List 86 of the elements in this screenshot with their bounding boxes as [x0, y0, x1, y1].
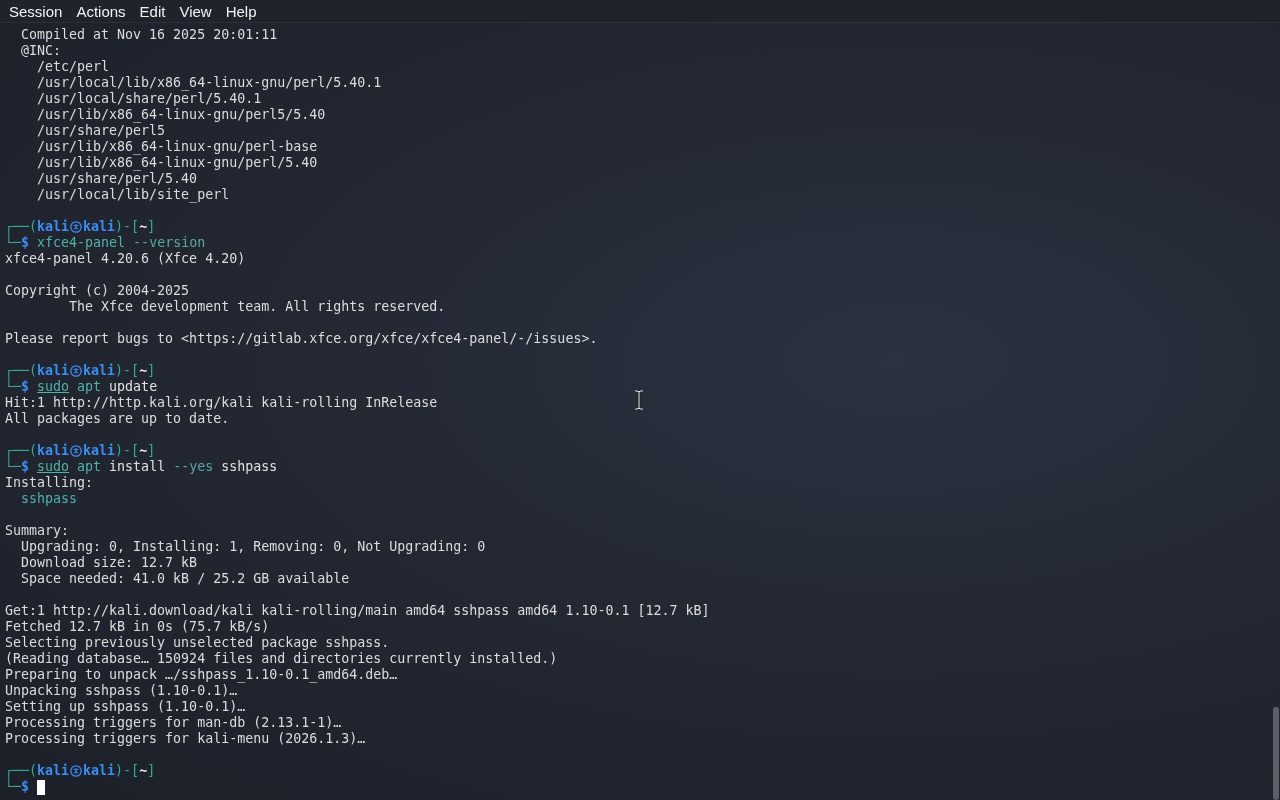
terminal-line: Copyright (c) 2004-2025: [5, 283, 190, 299]
prompt-frame: ┌──(: [5, 219, 38, 235]
prompt-user: kali: [83, 219, 116, 235]
terminal-line: Preparing to unpack …/sshpass_1.10-0.1_amd64.deb…: [5, 667, 398, 683]
command-name: sudo: [37, 379, 70, 395]
prompt-user: kali: [83, 763, 116, 779]
terminal-line: Get:1 http://kali.download/kali kali-rolling/main amd64 sshpass amd64 1.10-0.1 [12.7 kB]: [5, 603, 710, 619]
command-option: --version: [125, 235, 206, 251]
command-argument: install: [108, 459, 166, 475]
menu-item[interactable]: View: [172, 0, 219, 22]
terminal-line: /etc/perl: [36, 59, 110, 75]
prompt-directory: ~: [139, 219, 148, 235]
terminal-line: /usr/lib/x86_64-linux-gnu/perl-base: [36, 139, 318, 155]
prompt-frame: ┌──(: [5, 363, 38, 379]
terminal-line: /usr/local/lib/site_perl: [36, 187, 230, 203]
command-argument: sshpass: [220, 459, 278, 475]
command-option: --yes: [165, 459, 214, 475]
terminal-line: /usr/lib/x86_64-linux-gnu/perl/5.40: [36, 155, 318, 171]
terminal-line: Selecting previously unselected package sshpass.: [5, 635, 390, 651]
text-cursor: [37, 779, 46, 795]
prompt-directory: ~: [139, 363, 148, 379]
circle-mark-icon: [70, 221, 83, 233]
prompt-user: kali: [83, 443, 116, 459]
circle-mark-icon: [70, 445, 83, 457]
prompt-frame: ]: [147, 763, 156, 779]
terminal-line: Installing:: [5, 475, 94, 491]
terminal-line: /usr/local/share/perl/5.40.1: [36, 91, 262, 107]
circle-mark-icon: [70, 365, 83, 377]
prompt-user: $: [21, 235, 30, 251]
prompt-frame: )-[: [115, 443, 140, 459]
prompt-frame: ]: [147, 363, 156, 379]
prompt-frame: )-[: [115, 763, 140, 779]
terminal-line: Upgrading: 0, Installing: 1, Removing: 0, Not Upgrading: 0: [20, 539, 486, 555]
scrollbar-thumb[interactable]: [1273, 707, 1279, 800]
prompt-directory: ~: [139, 763, 148, 779]
menu-item[interactable]: Session: [2, 0, 70, 22]
terminal-line: Space needed: 41.0 kB / 25.2 GB available: [20, 571, 350, 587]
terminal-line: Unpacking sshpass (1.10-0.1)…: [5, 683, 238, 699]
command-name: apt: [76, 459, 102, 475]
prompt-frame: └─: [5, 235, 21, 251]
terminal-line: Download size: 12.7 kB: [20, 555, 198, 571]
terminal-line: (Reading database… 150924 files and directories currently installed.): [5, 651, 558, 667]
terminal-line: xfce4-panel 4.20.6 (Xfce 4.20): [5, 251, 246, 267]
terminal-line: Fetched 12.7 kB in 0s (75.7 kB/s): [5, 619, 270, 635]
command-name: apt: [76, 379, 102, 395]
terminal-line: /usr/lib/x86_64-linux-gnu/perl5/5.40: [36, 107, 326, 123]
terminal-line: Compiled at Nov 16 2025 20:01:11: [20, 27, 278, 43]
prompt-directory: ~: [139, 443, 148, 459]
prompt-user: kali: [37, 763, 70, 779]
terminal-line: Summary:: [5, 523, 70, 539]
package-name: sshpass: [20, 491, 78, 507]
prompt-user: $: [21, 379, 30, 395]
prompt-user: kali: [37, 443, 70, 459]
prompt-frame: └─: [5, 379, 21, 395]
terminal-line: The Xfce development team. All rights reserved.: [68, 299, 446, 315]
terminal-line: Processing triggers for kali-menu (2026.1.3)…: [5, 731, 366, 747]
command-argument: update: [108, 379, 158, 395]
prompt-user: $: [21, 459, 30, 475]
prompt-user: kali: [83, 363, 116, 379]
menu-item[interactable]: Edit: [132, 0, 173, 22]
prompt-frame: )-[: [115, 219, 140, 235]
prompt-user: kali: [37, 363, 70, 379]
command-name: sudo: [37, 459, 70, 475]
prompt-frame: )-[: [115, 363, 140, 379]
prompt-user: kali: [37, 219, 70, 235]
command-name: xfce4-panel: [36, 235, 126, 251]
terminal-line: /usr/share/perl/5.40: [36, 171, 198, 187]
prompt-frame: └─: [5, 779, 21, 795]
terminal-line: @INC:: [20, 43, 62, 59]
terminal-line: /usr/share/perl5: [36, 123, 166, 139]
text-cursor-icon: [634, 390, 644, 410]
prompt-frame: ┌──(: [5, 763, 38, 779]
terminal-line: /usr/local/lib/x86_64-linux-gnu/perl/5.40.1: [36, 75, 382, 91]
menu-item[interactable]: Help: [218, 0, 264, 22]
terminal-line: Hit:1 http://http.kali.org/kali kali-rolling InRelease: [5, 395, 438, 411]
menu-item[interactable]: Actions: [69, 0, 133, 22]
prompt-frame: ]: [147, 443, 156, 459]
terminal-line: Please report bugs to <https://gitlab.xfce.org/xfce/xfce4-panel/-/issues>.: [5, 331, 598, 347]
prompt-frame: └─: [5, 459, 21, 475]
prompt-user: $: [21, 779, 30, 795]
terminal-line: Setting up sshpass (1.10-0.1)…: [5, 699, 246, 715]
prompt-frame: ]: [147, 219, 156, 235]
terminal-line: All packages are up to date.: [5, 411, 230, 427]
circle-mark-icon: [70, 765, 83, 777]
terminal-line: Processing triggers for man-db (2.13.1-1)…: [5, 715, 342, 731]
prompt-frame: ┌──(: [5, 443, 38, 459]
